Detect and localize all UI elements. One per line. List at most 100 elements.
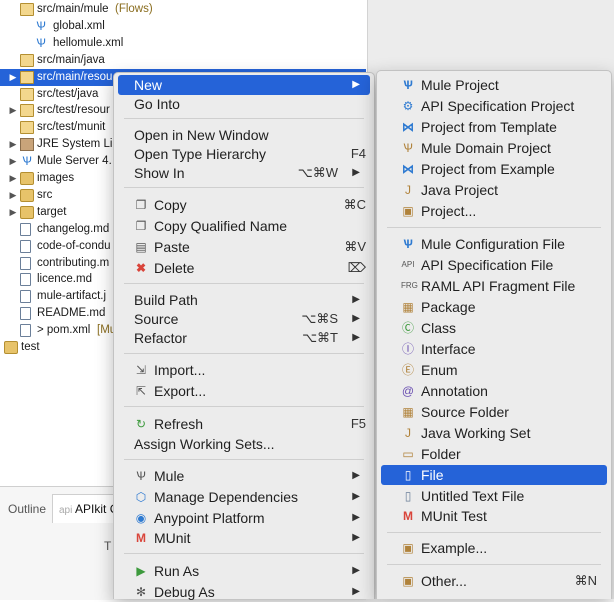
menu-item-import[interactable]: ⇲ Import... — [118, 360, 370, 380]
folder-icon — [20, 205, 34, 219]
menu-item-label: Mule — [154, 468, 185, 484]
menu-item-debug-as[interactable]: ✻ Debug As ▶ — [118, 582, 370, 602]
menu-item-paste[interactable]: ▤ Paste ⌘V — [118, 237, 370, 257]
menu-item-refactor[interactable]: Refactor ⌥⌘T ▶ — [118, 328, 370, 348]
menu-separator — [124, 118, 364, 119]
menu-item-manage-dependencies[interactable]: ⬡ Manage Dependencies ▶ — [118, 487, 370, 507]
expand-arrow-icon[interactable]: ▶ — [8, 153, 18, 170]
menu-item-refresh[interactable]: ↻ Refresh F5 — [118, 414, 370, 434]
menu-item-label: Open Type Hierarchy — [134, 146, 267, 162]
dependencies-icon: ⬡ — [135, 490, 147, 504]
shortcut-label: ⌦ — [347, 260, 366, 275]
template-icon: ⋈ — [402, 120, 414, 134]
menu-item-interface[interactable]: Ⓘ Interface — [381, 339, 607, 359]
export-icon: ⇱ — [135, 384, 147, 398]
tree-item-label: src/main/java — [37, 53, 105, 66]
tree-item-label: Mule Server 4. — [37, 155, 112, 168]
menu-item-copy[interactable]: ❐ Copy ⌘C — [118, 195, 370, 215]
menu-item-enum[interactable]: Ⓔ Enum — [381, 360, 607, 380]
menu-item-mule-domain-project[interactable]: Ѱ Mule Domain Project — [381, 138, 607, 158]
menu-item-label: Mule Project — [421, 77, 499, 93]
package-folder-icon — [20, 3, 34, 16]
file-icon — [20, 290, 31, 304]
menu-item-folder[interactable]: ▭ Folder — [381, 444, 607, 464]
package-folder-icon — [20, 104, 34, 118]
tree-item[interactable]: src/main/java — [0, 52, 366, 69]
expand-arrow-icon[interactable]: ▶ — [8, 102, 18, 119]
tree-item-label: licence.md — [37, 273, 92, 286]
tree-item-label: src/test/munit — [37, 121, 106, 134]
menu-item-open-in-new-window[interactable]: Open in New Window — [118, 125, 370, 145]
menu-item-show-in[interactable]: Show In ⌥⌘W ▶ — [118, 163, 370, 183]
tree-item[interactable]: Ѱglobal.xml — [0, 18, 366, 35]
menu-item-copy-qualified-name[interactable]: ❐ Copy Qualified Name — [118, 216, 370, 236]
menu-item-delete[interactable]: ✖ Delete ⌦ — [118, 258, 370, 278]
menu-item-label: Assign Working Sets... — [134, 436, 275, 452]
menu-item-untitled-text-file[interactable]: ▯ Untitled Text File — [381, 486, 607, 506]
mule-domain-icon: Ѱ — [403, 141, 413, 155]
file-icon — [20, 239, 31, 253]
menu-item-open-type-hierarchy[interactable]: Open Type Hierarchy F4 — [118, 144, 370, 164]
menu-item-java-project[interactable]: J Java Project — [381, 180, 607, 200]
menu-separator — [124, 406, 364, 407]
menu-item-package[interactable]: ▦ Package — [381, 297, 607, 317]
mule-icon: Ѱ — [22, 154, 32, 169]
menu-item-mule-project[interactable]: Ѱ Mule Project — [381, 75, 607, 95]
menu-item-new[interactable]: New ▶ — [118, 75, 370, 95]
menu-item-java-working-set[interactable]: J Java Working Set — [381, 423, 607, 443]
tree-item[interactable]: Ѱhellomule.xml — [0, 35, 366, 52]
submenu-arrow-icon: ▶ — [352, 167, 360, 178]
folder-icon: ▭ — [402, 447, 414, 461]
menu-item-export[interactable]: ⇱ Export... — [118, 381, 370, 401]
package-folder-icon — [20, 53, 34, 67]
folder-icon — [20, 172, 34, 185]
menu-item-api-spec-project[interactable]: ⚙ API Specification Project — [381, 96, 607, 116]
tree-item-label: > pom.xml — [37, 324, 91, 337]
api-file-icon: API — [401, 260, 415, 269]
package-folder-icon — [20, 87, 34, 101]
menu-item-mule-config-file[interactable]: Ѱ Mule Configuration File — [381, 234, 607, 254]
run-icon: ▶ — [136, 564, 146, 578]
menu-item-project-from-example[interactable]: ⋈ Project from Example — [381, 159, 607, 179]
menu-item-mule[interactable]: Ѱ Mule ▶ — [118, 466, 370, 486]
apikit-tab-label: APIkit C — [75, 502, 119, 516]
menu-item-label: Project from Example — [421, 161, 555, 177]
menu-item-project[interactable]: ▣ Project... — [381, 201, 607, 221]
source-folder-icon: ▦ — [402, 405, 414, 419]
expand-arrow-icon[interactable]: ▶ — [8, 69, 18, 86]
expand-arrow-icon[interactable]: ▶ — [8, 204, 18, 221]
menu-item-raml-fragment[interactable]: FRG RAML API Fragment File — [381, 276, 607, 296]
menu-item-project-from-template[interactable]: ⋈ Project from Template — [381, 117, 607, 137]
menu-item-build-path[interactable]: Build Path ▶ — [118, 290, 370, 310]
menu-item-assign-working-sets[interactable]: Assign Working Sets... — [118, 434, 370, 454]
munit-icon: M — [136, 531, 146, 545]
menu-item-run-as[interactable]: ▶ Run As ▶ — [118, 561, 370, 581]
tree-item[interactable]: src/main/mule (Flows) — [0, 1, 366, 18]
menu-item-example[interactable]: ▣ Example... — [381, 538, 607, 558]
tree-item-label: images — [37, 172, 75, 184]
menu-item-source-folder[interactable]: ▦ Source Folder — [381, 402, 607, 422]
menu-item-munit[interactable]: M MUnit ▶ — [118, 528, 370, 548]
tree-item-label: global.xml — [53, 19, 105, 32]
menu-item-label: RAML API Fragment File — [421, 278, 576, 294]
menu-item-class[interactable]: Ⓒ Class — [381, 318, 607, 338]
tree-item-label: src/main/mule — [37, 3, 109, 15]
expand-arrow-icon[interactable]: ▶ — [8, 136, 18, 153]
menu-item-label: Debug As — [154, 584, 215, 600]
expand-arrow-icon[interactable]: ▶ — [8, 187, 18, 204]
menu-item-label: Paste — [154, 239, 190, 255]
menu-item-anypoint-platform[interactable]: ◉ Anypoint Platform ▶ — [118, 508, 370, 528]
menu-item-other[interactable]: ▣ Other... ⌘N — [381, 571, 607, 591]
example-icon: ▣ — [402, 541, 414, 555]
expand-arrow-icon[interactable]: ▶ — [8, 170, 18, 187]
menu-item-api-spec-file[interactable]: API API Specification File — [381, 255, 607, 275]
menu-item-annotation[interactable]: @ Annotation — [381, 381, 607, 401]
menu-item-munit-test[interactable]: M MUnit Test — [381, 506, 607, 526]
menu-item-go-into[interactable]: Go Into — [118, 94, 370, 114]
tab-outline[interactable]: Outline — [2, 495, 52, 523]
menu-item-label: Example... — [421, 540, 488, 556]
shortcut-label: F4 — [350, 146, 366, 161]
menu-item-source[interactable]: Source ⌥⌘S ▶ — [118, 309, 370, 329]
tree-item-label: hellomule.xml — [53, 36, 124, 49]
menu-item-file[interactable]: ▯ File — [381, 465, 607, 485]
